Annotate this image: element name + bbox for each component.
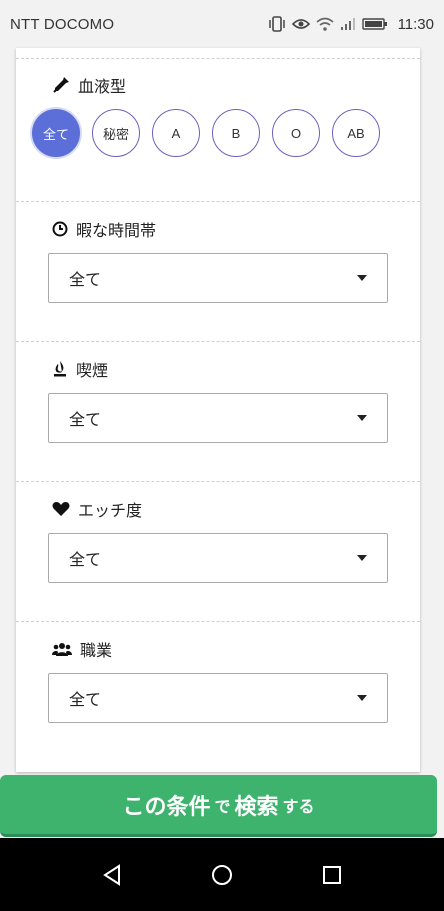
home-button[interactable] [167, 850, 277, 900]
blood-type-option-ab[interactable]: AB [332, 109, 380, 157]
clock-icon [52, 221, 68, 237]
blood-type-option-b[interactable]: B [212, 109, 260, 157]
section-divider [16, 481, 420, 482]
free-time-select[interactable]: 全て [48, 253, 388, 303]
blood-type-title: 血液型 [52, 73, 126, 97]
smoking-title: 喫煙 [52, 357, 108, 381]
section-divider [16, 341, 420, 342]
chevron-down-icon [357, 695, 367, 701]
free-time-value: 全て [69, 270, 102, 289]
blood-type-option-a[interactable]: A [152, 109, 200, 157]
free-time-title: 暇な時間帯 [52, 217, 156, 241]
heart-icon [52, 502, 70, 516]
occupation-title: 職業 [52, 637, 112, 661]
search-button[interactable]: この条件 で 検索 する [0, 775, 437, 837]
ecchi-value: 全て [69, 550, 102, 569]
blood-type-label: 血液型 [78, 77, 127, 96]
recents-square-icon [323, 865, 341, 884]
flame-icon [54, 361, 66, 377]
blood-type-options: 全て 秘密 A B O AB [32, 109, 380, 157]
eyedropper-icon [53, 77, 69, 93]
eye-icon [291, 19, 310, 29]
blood-type-option-secret[interactable]: 秘密 [92, 109, 140, 157]
ecchi-title: エッチ度 [52, 497, 142, 521]
blood-type-option-all[interactable]: 全て [32, 109, 80, 157]
search-button-text-3: 検索 [234, 794, 279, 820]
free-time-label: 暇な時間帯 [76, 221, 157, 240]
chevron-down-icon [357, 415, 367, 421]
battery-icon [361, 18, 387, 30]
search-button-text-2: で [214, 796, 231, 816]
vibrate-icon [268, 16, 285, 32]
home-circle-icon [212, 864, 232, 885]
search-button-text-4: する [282, 796, 315, 816]
system-nav-bar [0, 838, 444, 911]
users-icon [52, 643, 72, 656]
back-triangle-icon [103, 863, 120, 886]
occupation-label: 職業 [80, 641, 113, 660]
smoking-select[interactable]: 全て [48, 393, 388, 443]
ecchi-label: エッチ度 [78, 501, 143, 520]
occupation-select[interactable]: 全て [48, 673, 388, 723]
smoking-label: 喫煙 [76, 361, 109, 380]
chevron-down-icon [357, 555, 367, 561]
blood-type-option-o[interactable]: O [272, 109, 320, 157]
ecchi-select[interactable]: 全て [48, 533, 388, 583]
occupation-value: 全て [69, 690, 102, 709]
clock: 11:30 [397, 15, 434, 33]
section-divider [16, 621, 420, 622]
status-bar: NTT DOCOMO 11:30 [0, 0, 444, 48]
section-divider [16, 201, 420, 202]
signal-icon [340, 18, 355, 30]
back-button[interactable] [57, 850, 167, 900]
card-top-divider [16, 58, 420, 59]
status-icons: 11:30 [268, 16, 434, 33]
smoking-value: 全て [69, 410, 102, 429]
search-button-text-1: この条件 [122, 794, 211, 820]
filter-card: 血液型 全て 秘密 A B O AB 暇な時間帯 全て 喫煙 全て エッチ度 全… [16, 48, 420, 772]
carrier-name: NTT DOCOMO [10, 15, 115, 33]
chevron-down-icon [357, 275, 367, 281]
recents-button[interactable] [277, 850, 387, 900]
wifi-icon [316, 17, 334, 31]
